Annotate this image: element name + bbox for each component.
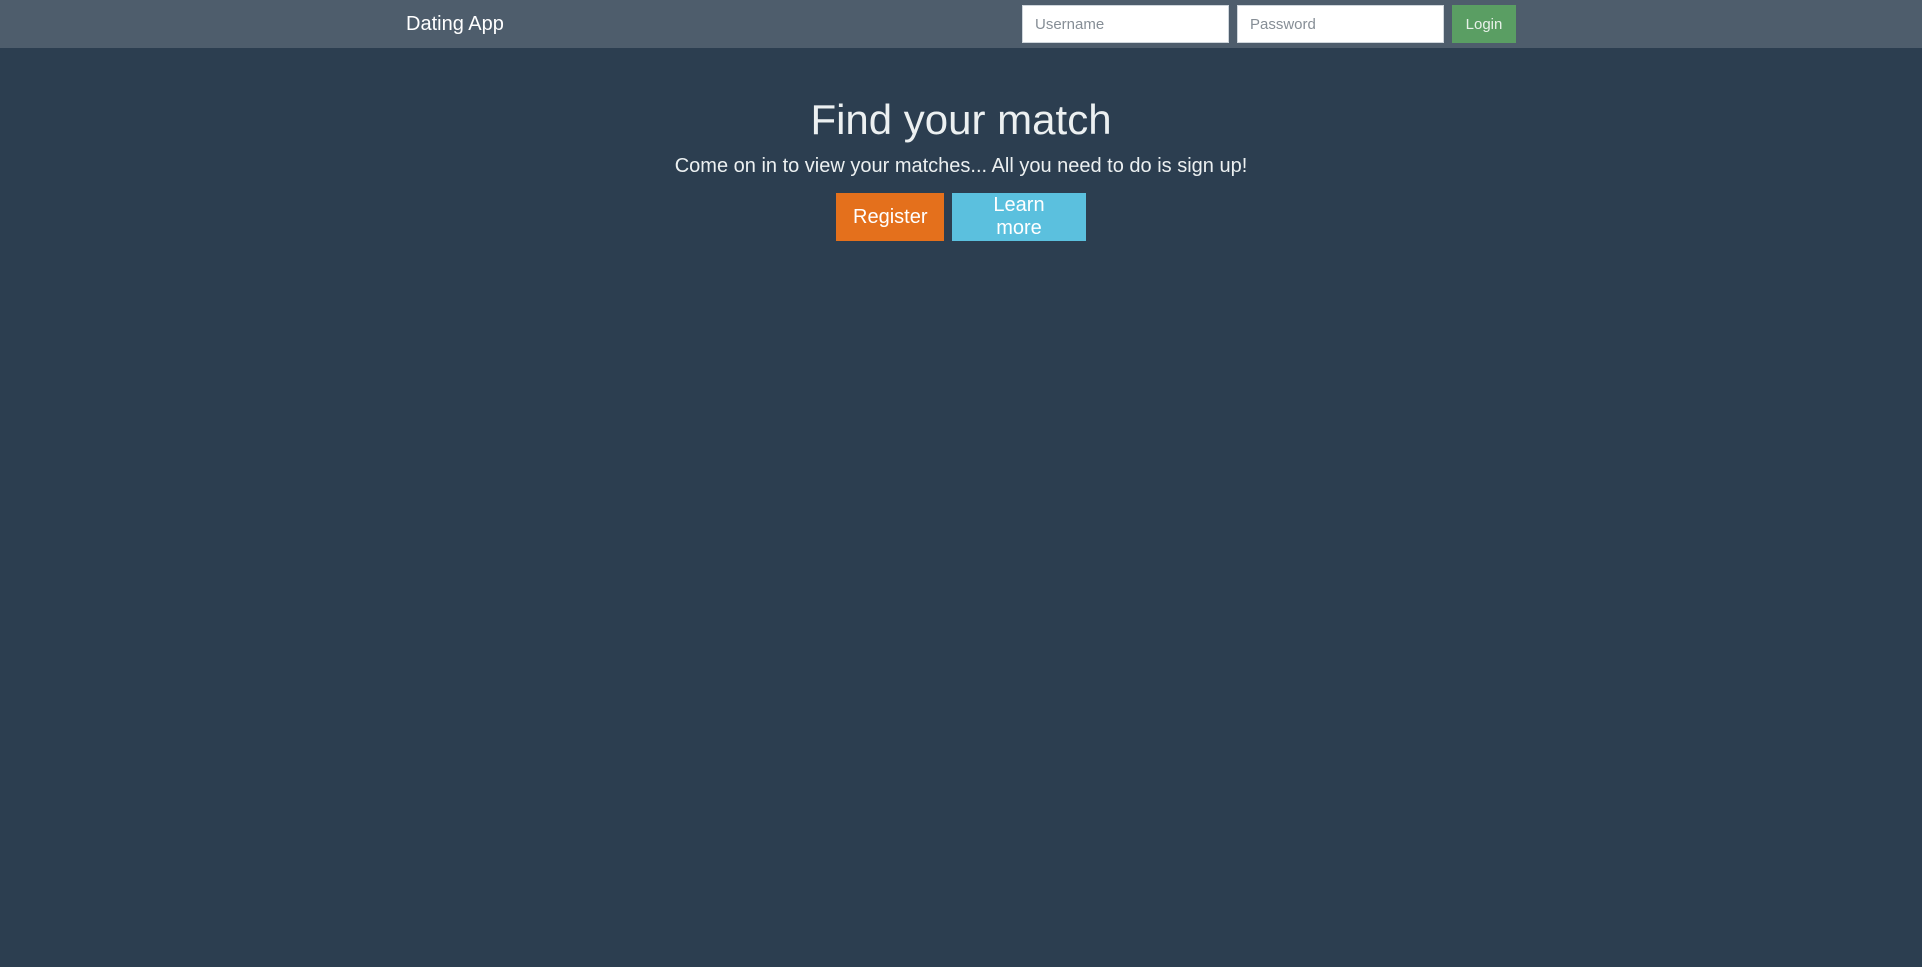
hero-title: Find your match <box>810 96 1112 143</box>
learn-more-button[interactable]: Learn more <box>952 193 1086 241</box>
top-navbar: Dating App Login <box>0 0 1922 48</box>
register-button[interactable]: Register <box>836 193 944 241</box>
username-input[interactable] <box>1022 5 1229 43</box>
login-button[interactable]: Login <box>1452 5 1516 43</box>
brand-link[interactable]: Dating App <box>406 11 504 37</box>
hero-section: Find your match Come on in to view your … <box>0 94 1922 241</box>
hero-buttons: Register Learn more <box>0 193 1922 241</box>
hero-subtitle: Come on in to view your matches... All y… <box>674 155 1248 177</box>
password-input[interactable] <box>1237 5 1444 43</box>
login-form: Login <box>1022 5 1516 43</box>
